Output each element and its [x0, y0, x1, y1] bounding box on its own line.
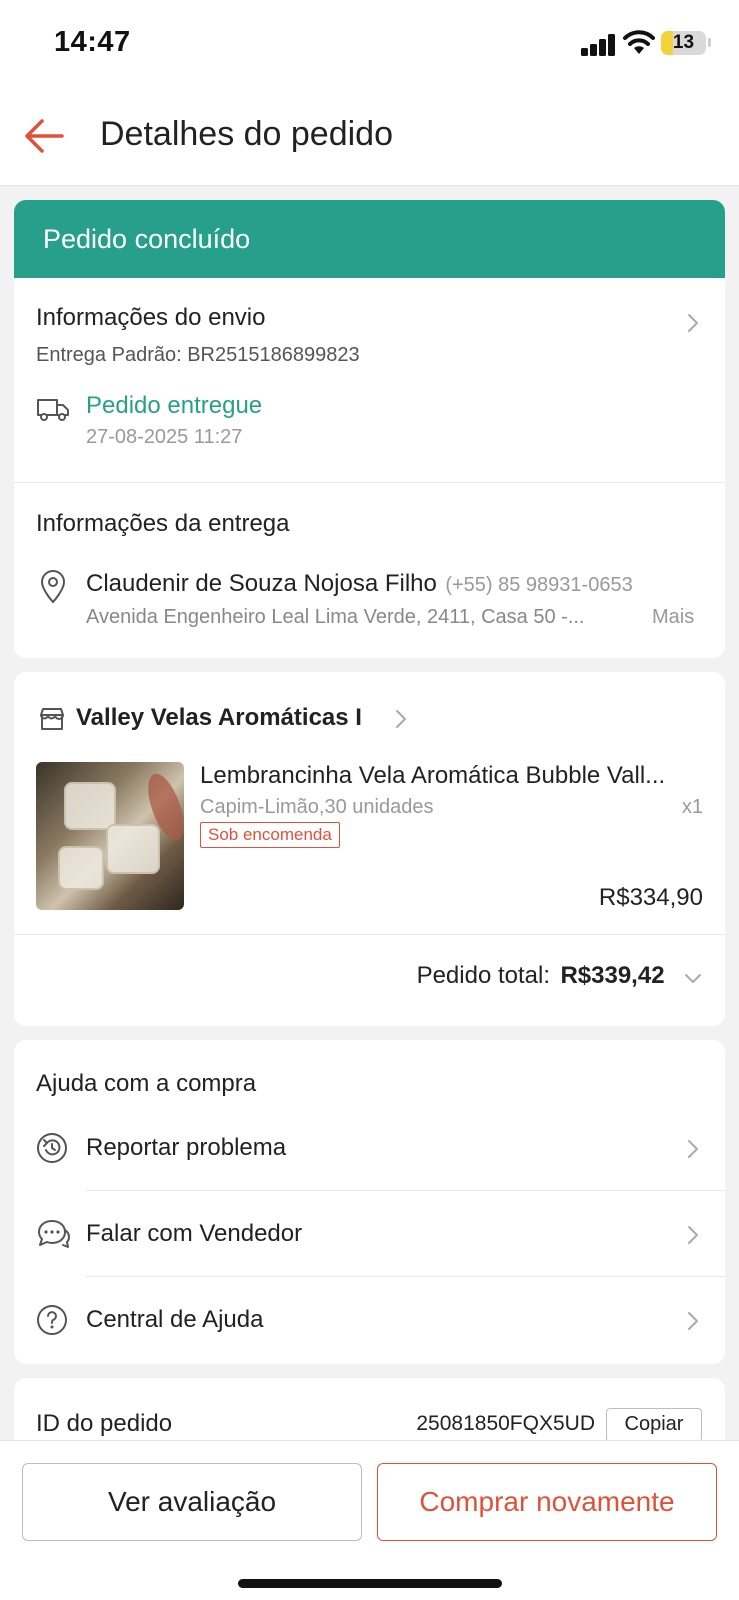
- help-item-label: Central de Ajuda: [86, 1306, 264, 1333]
- shipping-info-title: Informações do envio: [36, 304, 266, 331]
- report-icon: [37, 1133, 67, 1163]
- back-arrow-icon[interactable]: [22, 116, 66, 156]
- status-time: 14:47: [54, 26, 131, 58]
- divider: [86, 1190, 725, 1191]
- address-more-link[interactable]: Mais: [652, 606, 694, 629]
- shop-name: Valley Velas Aromáticas I: [76, 704, 362, 731]
- product-quantity: x1: [681, 796, 703, 818]
- buy-again-button[interactable]: Comprar novamente: [377, 1463, 717, 1541]
- help-title: Ajuda com a compra: [36, 1070, 257, 1097]
- chevron-down-icon: [685, 973, 701, 983]
- order-status-banner: Pedido concluído: [14, 200, 725, 278]
- battery-icon: 13: [661, 31, 706, 55]
- divider: [86, 1276, 725, 1277]
- chevron-right-icon: [688, 1140, 698, 1158]
- order-id-value: 25081850FQX5UD: [416, 1412, 595, 1435]
- delivery-status: Pedido entregue: [86, 392, 263, 419]
- order-total-value: R$339,42: [560, 962, 665, 989]
- help-icon: [37, 1305, 67, 1335]
- bottom-action-bar: Ver avaliação Comprar novamente: [0, 1440, 739, 1600]
- divider: [14, 482, 725, 483]
- chevron-right-icon: [688, 1226, 698, 1244]
- preorder-badge: Sob encomenda: [200, 822, 340, 848]
- delivery-status-time: 27-08-2025 11:27: [86, 426, 243, 448]
- recipient-name: Claudenir de Souza Nojosa Filho: [86, 570, 437, 597]
- delivery-info-title: Informações da entrega: [36, 510, 290, 537]
- copy-order-id-button[interactable]: Copiar: [606, 1408, 702, 1442]
- product-thumbnail: [36, 762, 184, 910]
- order-info-card: Pedido concluído Informações do envio En…: [14, 200, 725, 658]
- battery-level: 13: [672, 32, 695, 53]
- signal-icon: [581, 32, 617, 56]
- order-total-label: Pedido total:: [416, 962, 550, 989]
- store-icon: [40, 708, 64, 730]
- truck-icon: [37, 399, 69, 421]
- chevron-right-icon: [688, 1312, 698, 1330]
- chevron-right-icon: [688, 314, 698, 332]
- product-price: R$334,90: [598, 884, 703, 911]
- battery-nub: [708, 38, 711, 47]
- tracking-number: Entrega Padrão: BR2515186899823: [36, 344, 360, 366]
- location-pin-icon: [40, 570, 66, 604]
- help-item-label: Reportar problema: [86, 1134, 287, 1161]
- wifi-icon: [623, 30, 655, 54]
- chat-icon: [38, 1220, 70, 1248]
- divider: [14, 934, 725, 935]
- header: Detalhes do pedido: [0, 88, 739, 186]
- view-review-button[interactable]: Ver avaliação: [22, 1463, 362, 1541]
- shop-card: Valley Velas Aromáticas I Lembrancinha V…: [14, 672, 725, 1026]
- home-indicator[interactable]: [238, 1579, 502, 1588]
- recipient-line: Claudenir de Souza Nojosa Filho (+55) 85…: [86, 570, 633, 598]
- help-item-label: Falar com Vendedor: [86, 1220, 303, 1247]
- delivery-address: Avenida Engenheiro Leal Lima Verde, 2411…: [86, 606, 585, 628]
- status-bar: 14:47 13: [0, 0, 739, 88]
- help-card: Ajuda com a compra Reportar problema Fal…: [14, 1040, 725, 1364]
- order-status-text: Pedido concluído: [43, 224, 251, 254]
- page-title: Detalhes do pedido: [100, 115, 394, 153]
- order-id-label: ID do pedido: [36, 1410, 173, 1437]
- recipient-phone: (+55) 85 98931-0653: [445, 574, 633, 596]
- product-variant: Capim-Limão,30 unidades: [200, 796, 434, 818]
- order-total-row[interactable]: Pedido total: R$339,42: [417, 962, 703, 990]
- product-title: Lembrancinha Vela Aromática Bubble Vall.…: [200, 762, 666, 789]
- chevron-right-icon: [396, 710, 406, 728]
